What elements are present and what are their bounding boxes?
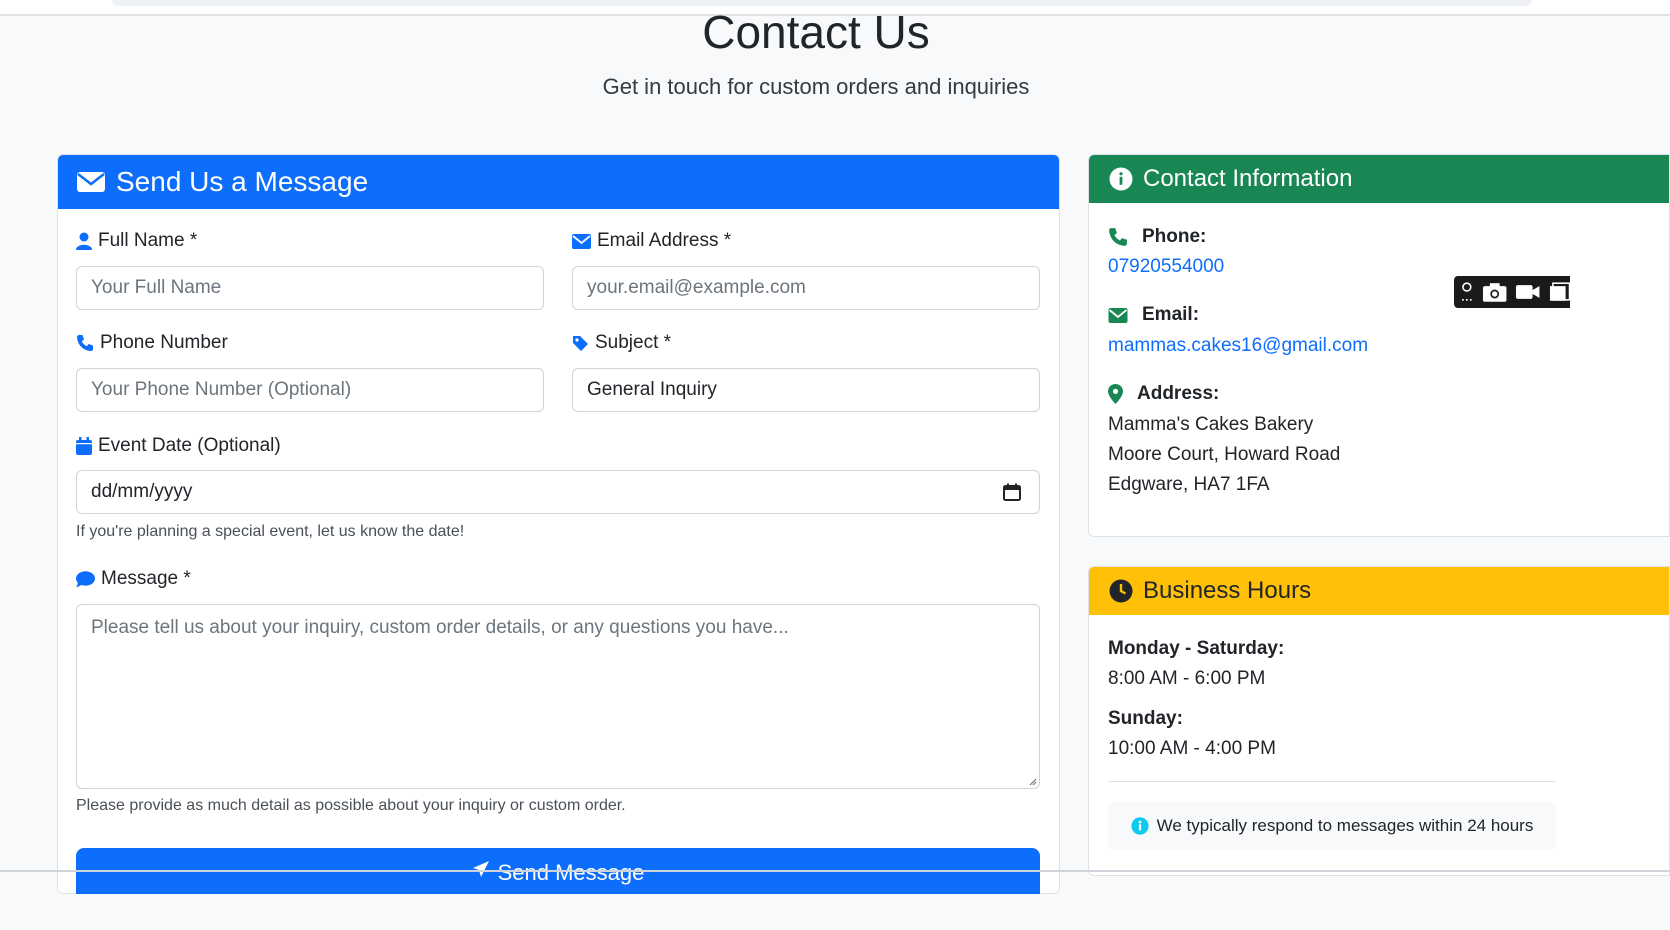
info-circle-icon	[1109, 167, 1133, 191]
message-form-header: Send Us a Message	[58, 155, 1059, 209]
message-textarea[interactable]: Please tell us about your inquiry, custo…	[76, 604, 1040, 789]
phone-label: Phone Number	[76, 332, 228, 354]
media-capture-toolbar	[1454, 276, 1570, 308]
phone-icon	[1109, 228, 1127, 246]
response-note: We typically respond to messages within …	[1108, 802, 1556, 850]
weekday-label: Monday - Saturday:	[1108, 638, 1285, 659]
phone-icon	[77, 335, 93, 351]
settings-icon[interactable]	[1460, 281, 1474, 303]
email-input[interactable]: your.email@example.com	[572, 266, 1040, 310]
resize-handle-icon[interactable]	[1027, 776, 1037, 786]
email-info-label: Email:	[1108, 304, 1199, 326]
event-date-label: Event Date (Optional)	[76, 435, 281, 457]
paper-plane-icon	[472, 861, 489, 877]
email-link[interactable]: mammas.cakes16@gmail.com	[1108, 335, 1368, 357]
envelope-icon	[77, 172, 105, 192]
user-icon	[76, 232, 92, 250]
video-camera-icon[interactable]	[1515, 283, 1540, 301]
clock-icon	[1109, 579, 1133, 603]
weekday-hours: 8:00 AM - 6:00 PM	[1108, 668, 1266, 689]
envelope-icon	[572, 233, 591, 249]
address-line-3: Edgware, HA7 1FA	[1108, 474, 1270, 495]
send-message-label: Send Message	[497, 860, 645, 885]
message-label: Message *	[76, 568, 191, 590]
event-date-help: If you're planning a special event, let …	[76, 523, 465, 540]
message-form-title: Send Us a Message	[116, 166, 369, 197]
calendar-icon	[76, 437, 92, 455]
info-circle-icon	[1131, 817, 1149, 835]
speech-bubble-icon	[76, 570, 95, 587]
message-help: Please provide as much detail as possibl…	[76, 797, 626, 814]
contact-info-header: Contact Information	[1089, 155, 1669, 203]
response-note-text: We typically respond to messages within …	[1156, 816, 1534, 835]
bottom-edge	[0, 870, 1670, 872]
full-name-input[interactable]: Your Full Name	[76, 266, 544, 310]
phone-info-label: Phone:	[1108, 226, 1206, 248]
business-hours-header: Business Hours	[1089, 567, 1669, 615]
tag-icon	[573, 335, 588, 351]
camera-icon[interactable]	[1482, 281, 1507, 303]
full-name-label: Full Name *	[76, 230, 197, 252]
window-capture-icon[interactable]	[1549, 282, 1571, 302]
sunday-hours: 10:00 AM - 4:00 PM	[1108, 738, 1276, 759]
calendar-picker-icon[interactable]	[1003, 483, 1021, 501]
sunday-label: Sunday:	[1108, 708, 1183, 729]
page-subtitle: Get in touch for custom orders and inqui…	[602, 74, 1030, 99]
hours-divider	[1108, 781, 1556, 782]
email-label: Email Address *	[572, 230, 731, 252]
page-title: Contact Us	[702, 6, 930, 58]
address-line-2: Moore Court, Howard Road	[1108, 444, 1341, 465]
phone-link[interactable]: 07920554000	[1108, 256, 1224, 278]
address-info-label: Address:	[1108, 383, 1219, 405]
address-line-1: Mamma's Cakes Bakery	[1108, 414, 1314, 435]
map-pin-icon	[1108, 384, 1123, 404]
subject-label: Subject *	[572, 332, 671, 354]
phone-input[interactable]: Your Phone Number (Optional)	[76, 368, 544, 412]
message-placeholder: Please tell us about your inquiry, custo…	[91, 617, 789, 638]
envelope-icon	[1108, 307, 1128, 323]
event-date-value: dd/mm/yyyy	[91, 481, 193, 502]
event-date-input[interactable]: dd/mm/yyyy	[76, 470, 1040, 514]
business-hours-title: Business Hours	[1143, 577, 1312, 604]
subject-select[interactable]: General Inquiry	[572, 368, 1040, 412]
contact-info-title: Contact Information	[1143, 165, 1353, 192]
